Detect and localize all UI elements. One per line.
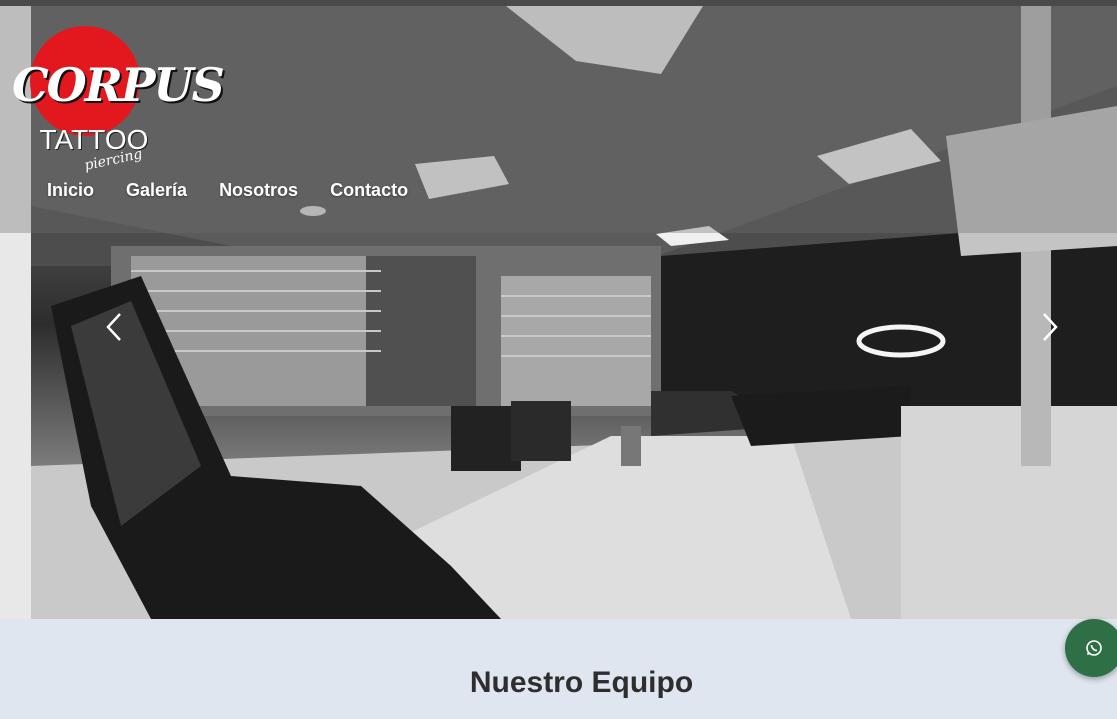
chevron-left-icon: [106, 313, 121, 341]
whatsapp-button[interactable]: [1065, 619, 1117, 677]
header: CORPUS TATTOO piercing Inicio Galería No…: [0, 6, 1117, 233]
nav-item-inicio[interactable]: Inicio: [47, 180, 94, 201]
logo-corpus-text: CORPUS: [12, 58, 225, 112]
main-nav: Inicio Galería Nosotros Contacto: [47, 180, 440, 201]
nav-item-contacto[interactable]: Contacto: [330, 180, 408, 201]
team-section-title: Nuestro Equipo: [469, 666, 694, 699]
chevron-right-icon: [1043, 313, 1058, 341]
slider-prev-button[interactable]: [102, 312, 126, 342]
whatsapp-icon: [1086, 640, 1102, 656]
brand-logo[interactable]: CORPUS TATTOO piercing: [12, 24, 225, 174]
nav-item-nosotros[interactable]: Nosotros: [219, 180, 298, 201]
slider-next-button[interactable]: [1038, 312, 1062, 342]
nav-item-galeria[interactable]: Galería: [126, 180, 187, 201]
